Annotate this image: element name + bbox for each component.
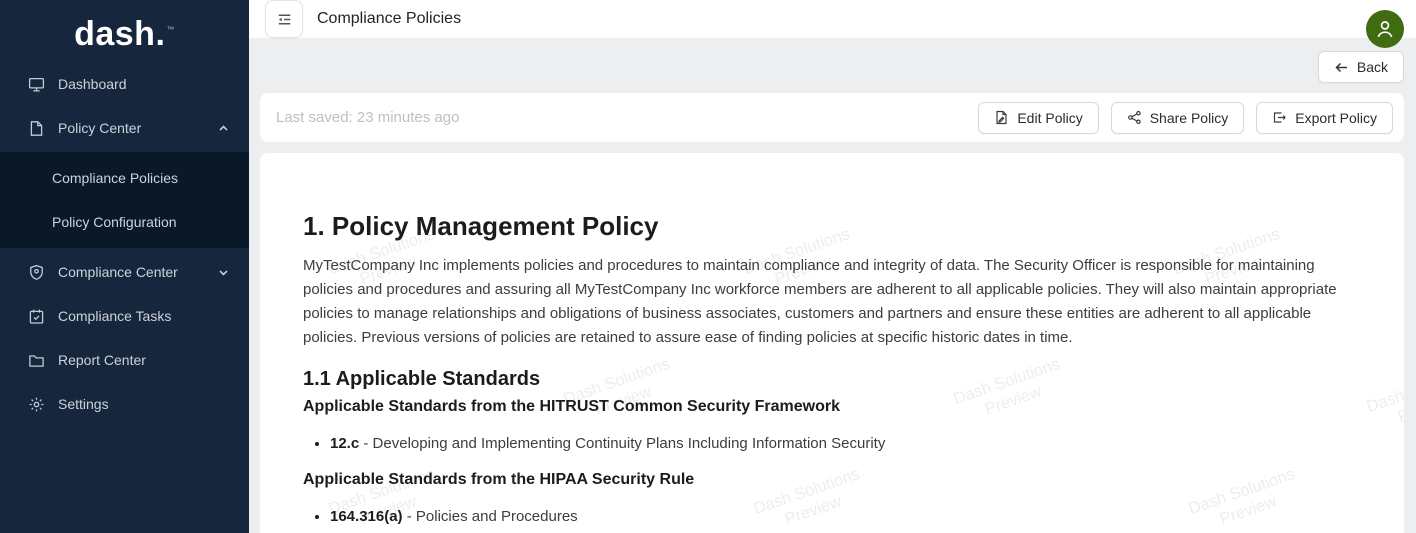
submenu-item-label: Compliance Policies — [52, 170, 178, 186]
file-edit-icon — [994, 110, 1009, 125]
user-avatar[interactable] — [1366, 10, 1404, 48]
standard-item: 164.316(a) - Policies and Procedures — [330, 506, 1344, 528]
sidebar-item-compliance-center[interactable]: Compliance Center — [0, 250, 249, 294]
share-icon — [1127, 110, 1142, 125]
sidebar-item-label: Dashboard — [58, 76, 127, 92]
top-header: Compliance Policies — [249, 0, 1416, 38]
person-icon — [1374, 18, 1396, 40]
standards-list-hipaa: 164.316(a) - Policies and Procedures — [303, 506, 1344, 528]
app-logo: dash.™ — [0, 0, 249, 62]
share-policy-button[interactable]: Share Policy — [1111, 102, 1245, 134]
sidebar-item-label: Policy Center — [58, 120, 141, 136]
folder-icon — [28, 352, 45, 369]
shield-icon — [28, 264, 45, 281]
content-area: Back Last saved: 23 minutes ago Edit Pol… — [249, 38, 1416, 533]
sidebar-item-label: Settings — [58, 396, 109, 412]
back-row: Back — [260, 51, 1404, 83]
sidebar-item-policy-configuration[interactable]: Policy Configuration — [0, 200, 249, 244]
trademark-mark: ™ — [166, 25, 175, 34]
sidebar-item-label: Report Center — [58, 352, 146, 368]
arrow-left-icon — [1334, 60, 1349, 75]
share-policy-label: Share Policy — [1150, 110, 1229, 126]
document-title: 1. Policy Management Policy — [303, 211, 1344, 242]
edit-policy-button[interactable]: Edit Policy — [978, 102, 1098, 134]
sidebar-item-dashboard[interactable]: Dashboard — [0, 62, 249, 106]
sidebar-item-settings[interactable]: Settings — [0, 382, 249, 426]
document-intro-paragraph: MyTestCompany Inc implements policies an… — [303, 254, 1344, 350]
sidebar-item-policy-center[interactable]: Policy Center — [0, 106, 249, 150]
export-policy-button[interactable]: Export Policy — [1256, 102, 1393, 134]
last-saved-status: Last saved: 23 minutes ago — [276, 109, 459, 126]
main-area: Compliance Policies Back Last saved: 23 … — [249, 0, 1416, 533]
standards-heading-hitrust: Applicable Standards from the HITRUST Co… — [303, 398, 1344, 416]
export-policy-label: Export Policy — [1295, 110, 1377, 126]
back-button[interactable]: Back — [1318, 51, 1404, 83]
sidebar-item-label: Compliance Tasks — [58, 308, 171, 324]
submenu-item-label: Policy Configuration — [52, 214, 177, 230]
sidebar-item-compliance-tasks[interactable]: Compliance Tasks — [0, 294, 249, 338]
back-button-label: Back — [1357, 59, 1388, 75]
monitor-icon — [28, 76, 45, 93]
page-title: Compliance Policies — [317, 10, 461, 28]
sidebar: dash.™ Dashboard Policy Center Complianc… — [0, 0, 249, 533]
gear-icon — [28, 396, 45, 413]
policy-center-submenu: Compliance Policies Policy Configuration — [0, 152, 249, 248]
sidebar-item-label: Compliance Center — [58, 264, 178, 280]
export-icon — [1272, 110, 1287, 125]
app-logo-text: dash.™ — [74, 15, 175, 54]
chevron-down-icon — [218, 267, 229, 278]
standard-item: 12.c - Developing and Implementing Conti… — [330, 433, 1344, 455]
document-body: 1. Policy Management Policy MyTestCompan… — [260, 153, 1404, 528]
calendar-check-icon — [28, 308, 45, 325]
sidebar-item-report-center[interactable]: Report Center — [0, 338, 249, 382]
toolbar-actions: Edit Policy Share Policy Export Policy — [978, 102, 1393, 134]
section-title: 1.1 Applicable Standards — [303, 368, 1344, 391]
sidebar-toggle-button[interactable] — [265, 0, 303, 38]
policy-document: Dash SolutionsPreview Dash SolutionsPrev… — [260, 153, 1404, 533]
edit-policy-label: Edit Policy — [1017, 110, 1082, 126]
chevron-up-icon — [218, 123, 229, 134]
menu-fold-icon — [276, 11, 293, 28]
file-icon — [28, 120, 45, 137]
sidebar-item-compliance-policies[interactable]: Compliance Policies — [0, 156, 249, 200]
standards-list-hitrust: 12.c - Developing and Implementing Conti… — [303, 433, 1344, 455]
policy-toolbar: Last saved: 23 minutes ago Edit Policy S… — [260, 93, 1404, 142]
standards-heading-hipaa: Applicable Standards from the HIPAA Secu… — [303, 471, 1344, 489]
